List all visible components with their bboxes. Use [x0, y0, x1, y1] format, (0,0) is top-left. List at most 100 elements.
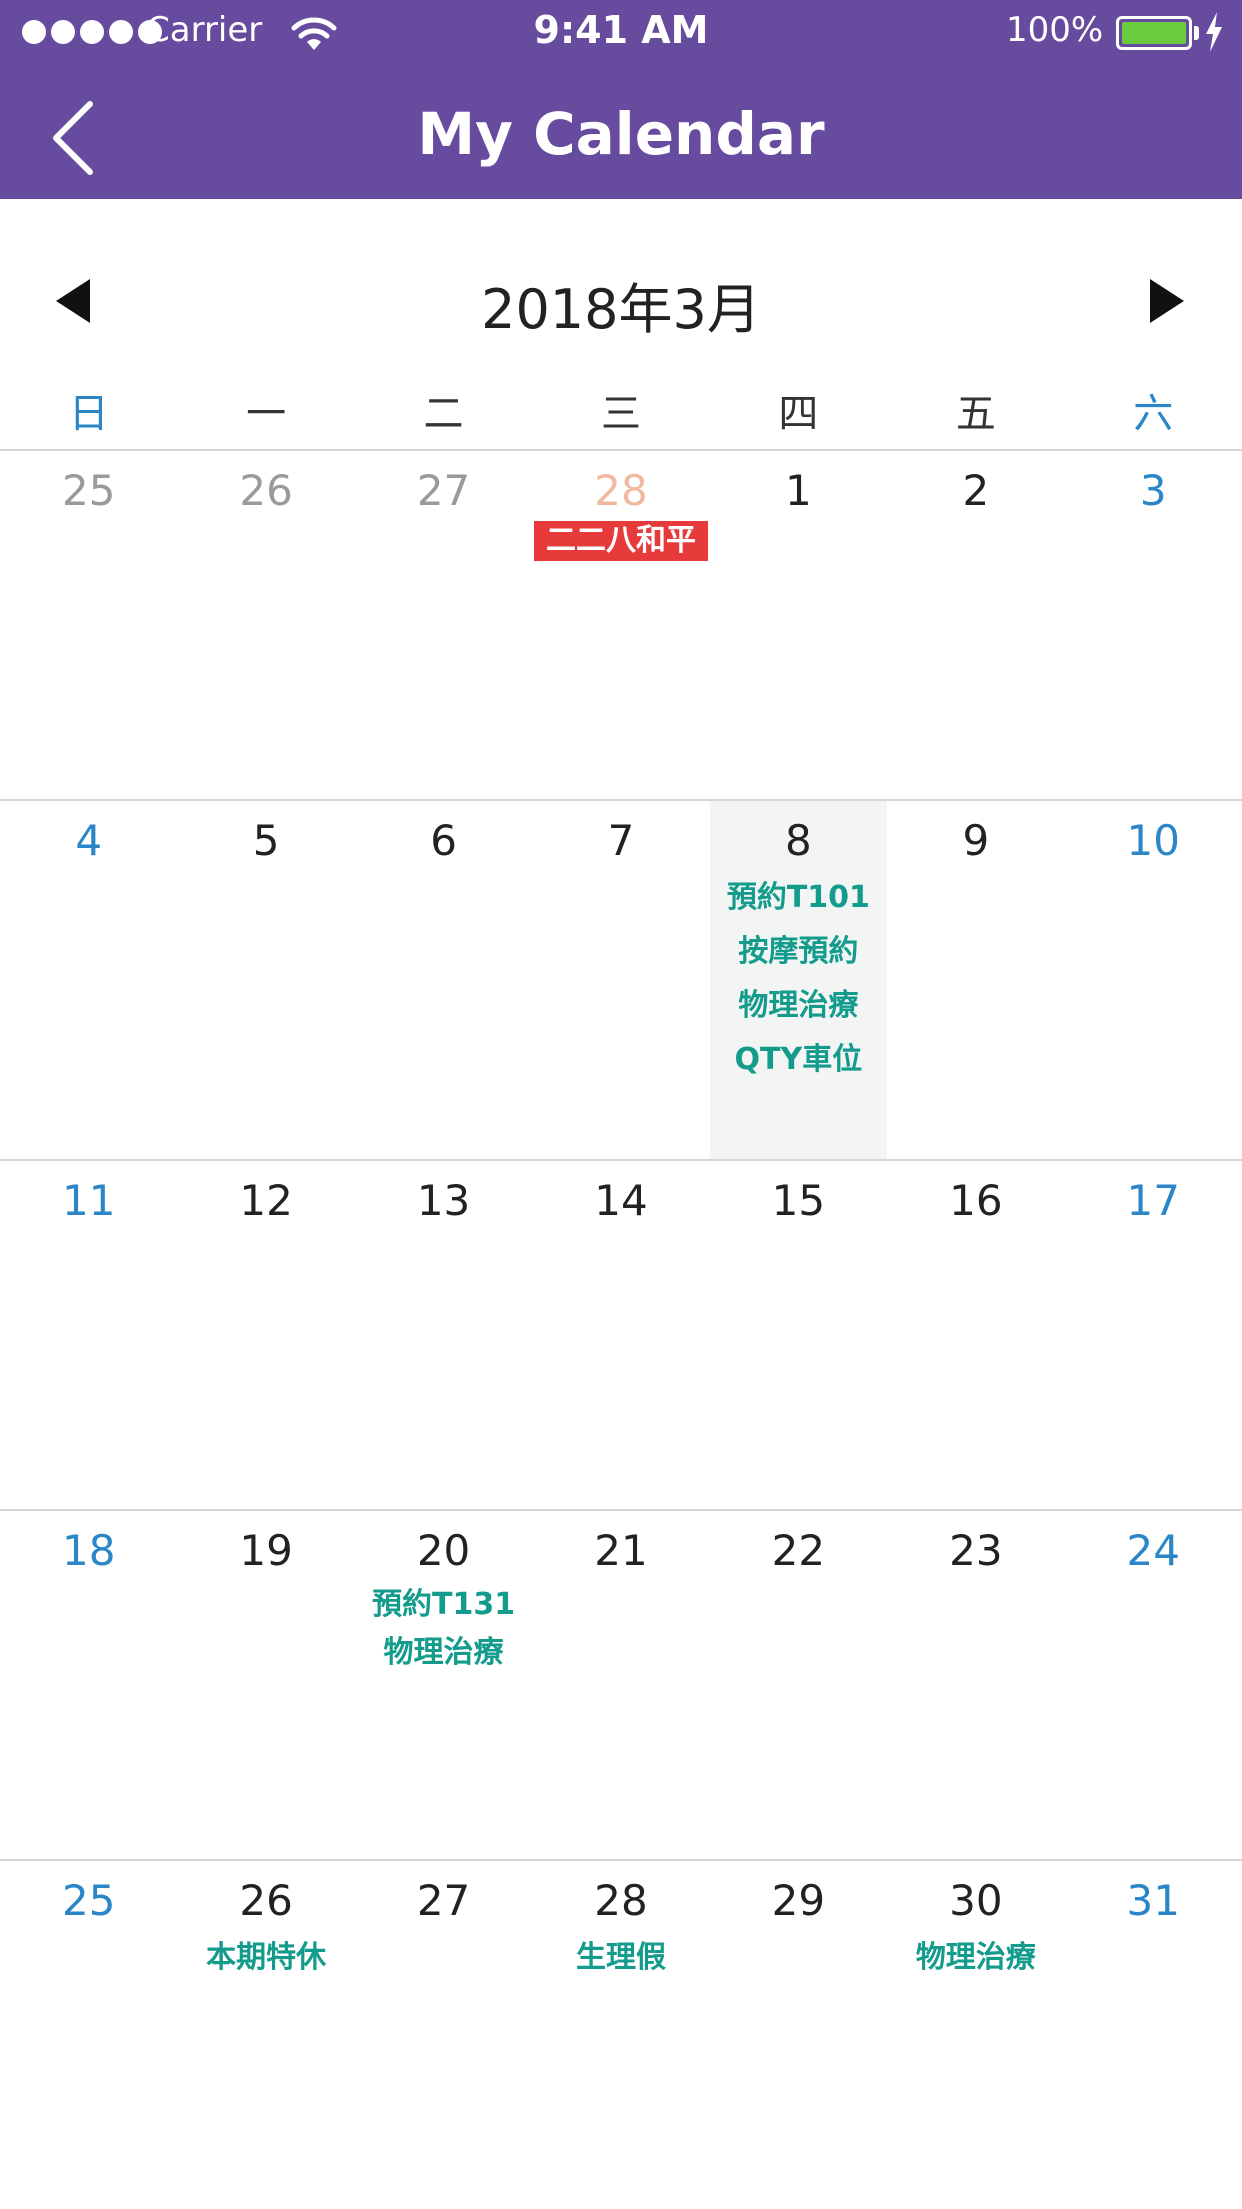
- day-number: 19: [239, 1526, 293, 1575]
- calendar-day[interactable]: 13: [355, 1161, 532, 1509]
- day-number: 29: [771, 1876, 826, 1925]
- day-number: 13: [416, 1176, 471, 1225]
- calendar-day[interactable]: 3: [1065, 451, 1242, 799]
- weekday-sun: 日: [68, 391, 109, 437]
- event-label[interactable]: 物理治療: [916, 1931, 1036, 1985]
- event-label[interactable]: QTY車位: [735, 1033, 863, 1087]
- day-number: 5: [252, 816, 280, 865]
- calendar-day[interactable]: 26 本期特休: [177, 1861, 354, 2209]
- day-events: 二二八和平: [532, 521, 709, 561]
- calendar-day[interactable]: 12: [177, 1161, 354, 1509]
- calendar-day[interactable]: 7: [532, 801, 709, 1159]
- calendar-day[interactable]: 26: [177, 451, 354, 799]
- calendar-day[interactable]: 4: [0, 801, 177, 1159]
- month-navigator: 2018年3月: [0, 199, 1242, 399]
- event-label[interactable]: 生理假: [576, 1931, 666, 1985]
- day-number: 31: [1126, 1876, 1180, 1925]
- day-number: 9: [962, 816, 990, 865]
- calendar-day[interactable]: 22: [710, 1511, 887, 1859]
- event-label[interactable]: 預約T131: [372, 1581, 515, 1629]
- calendar-day[interactable]: 15: [710, 1161, 887, 1509]
- calendar-day[interactable]: 27: [355, 451, 532, 799]
- day-number: 26: [239, 1876, 293, 1925]
- calendar-day[interactable]: 28 二二八和平: [532, 451, 709, 799]
- day-number: 12: [239, 1176, 293, 1225]
- charging-bolt-icon: [1206, 12, 1222, 52]
- day-number: 21: [594, 1526, 648, 1575]
- day-number: 22: [771, 1526, 826, 1575]
- calendar-week-row: 11 12 13 14 15 16 17: [0, 1159, 1242, 1509]
- day-number: 30: [949, 1876, 1003, 1925]
- day-number: 14: [594, 1176, 648, 1225]
- day-number: 20: [416, 1526, 471, 1575]
- calendar-day[interactable]: 30 物理治療: [887, 1861, 1064, 2209]
- calendar-day[interactable]: 21: [532, 1511, 709, 1859]
- calendar-day[interactable]: 6: [355, 801, 532, 1159]
- weekday-header: 日 一 二 三 四 五 六: [0, 389, 1242, 449]
- battery-icon: [1116, 16, 1192, 50]
- day-number: 10: [1126, 816, 1180, 865]
- day-number: 8: [785, 816, 812, 865]
- day-number: 16: [949, 1176, 1003, 1225]
- weekday-wed: 三: [600, 391, 641, 437]
- calendar-day-selected[interactable]: 8 預約T101 按摩預約 物理治療 QTY車位: [709, 801, 888, 1159]
- calendar-day[interactable]: 5: [177, 801, 354, 1159]
- calendar-week-row: 4 5 6 7 8 預約T101 按摩預約 物理治療 QTY車位 9 10: [0, 799, 1242, 1159]
- calendar-day[interactable]: 17: [1065, 1161, 1242, 1509]
- day-number: 6: [430, 816, 457, 865]
- weekday-sat: 六: [1133, 391, 1174, 437]
- calendar-day[interactable]: 2: [887, 451, 1064, 799]
- calendar-day[interactable]: 14: [532, 1161, 709, 1509]
- calendar-day[interactable]: 9: [887, 801, 1064, 1159]
- calendar-day[interactable]: 25: [0, 1861, 177, 2209]
- day-events: 預約T131 物理治療: [355, 1581, 532, 1677]
- day-number: 25: [61, 466, 116, 515]
- event-label[interactable]: 按摩預約: [738, 925, 858, 979]
- calendar-day[interactable]: 24: [1065, 1511, 1242, 1859]
- calendar-day[interactable]: 19: [177, 1511, 354, 1859]
- weekday-mon: 一: [246, 391, 287, 437]
- event-label[interactable]: 本期特休: [206, 1931, 326, 1985]
- day-number: 23: [949, 1526, 1003, 1575]
- event-label[interactable]: 預約T101: [727, 871, 870, 925]
- calendar-week-row: 18 19 20 預約T131 物理治療 21 22 23 24: [0, 1509, 1242, 1859]
- calendar-day[interactable]: 25: [0, 451, 177, 799]
- calendar-week-row: 25 26 本期特休 27 28 生理假 29 30 物理治療 31: [0, 1859, 1242, 2209]
- calendar-day[interactable]: 28 生理假: [532, 1861, 709, 2209]
- event-label[interactable]: 物理治療: [738, 979, 858, 1033]
- page-title: My Calendar: [417, 100, 825, 168]
- month-label: 2018年3月: [481, 278, 761, 341]
- calendar-day[interactable]: 18: [0, 1511, 177, 1859]
- event-label[interactable]: 物理治療: [384, 1629, 504, 1677]
- calendar-day[interactable]: 23: [887, 1511, 1064, 1859]
- calendar-day[interactable]: 1: [710, 451, 887, 799]
- calendar-day[interactable]: 11: [0, 1161, 177, 1509]
- day-number: 27: [416, 466, 471, 515]
- battery-tip: [1194, 26, 1199, 40]
- day-events: 預約T101 按摩預約 物理治療 QTY車位: [710, 871, 887, 1087]
- calendar-day[interactable]: 27: [355, 1861, 532, 2209]
- calendar-grid: 25 26 27 28 二二八和平 1 2 3 4 5 6 7 8 預約T101 按摩預約 物理治療 QTY車位…: [0, 449, 1242, 2209]
- weekday-thu: 四: [778, 391, 819, 437]
- calendar-week-row: 25 26 27 28 二二八和平 1 2 3: [0, 449, 1242, 799]
- calendar-day[interactable]: 29: [710, 1861, 887, 2209]
- status-bar: Carrier 9:41 AM 100%: [0, 0, 1242, 66]
- calendar-day[interactable]: 10: [1065, 801, 1242, 1159]
- app-header: Carrier 9:41 AM 100% My Calendar: [0, 0, 1242, 199]
- weekday-tue: 二: [423, 391, 464, 437]
- calendar-day[interactable]: 20 預約T131 物理治療: [355, 1511, 532, 1859]
- next-month-icon[interactable]: [1142, 273, 1190, 329]
- holiday-badge: 二二八和平: [533, 521, 708, 561]
- day-number: 18: [61, 1526, 116, 1575]
- day-number: 2: [962, 466, 990, 515]
- calendar-day[interactable]: 16: [887, 1161, 1064, 1509]
- weekday-fri: 五: [955, 391, 996, 437]
- day-number: 15: [771, 1176, 826, 1225]
- day-number: 3: [1139, 466, 1167, 515]
- day-number: 11: [61, 1176, 116, 1225]
- day-number: 26: [239, 466, 293, 515]
- calendar-day[interactable]: 31: [1065, 1861, 1242, 2209]
- day-number: 1: [785, 466, 812, 515]
- day-events: 本期特休: [177, 1931, 354, 1985]
- day-number: 28: [594, 466, 648, 515]
